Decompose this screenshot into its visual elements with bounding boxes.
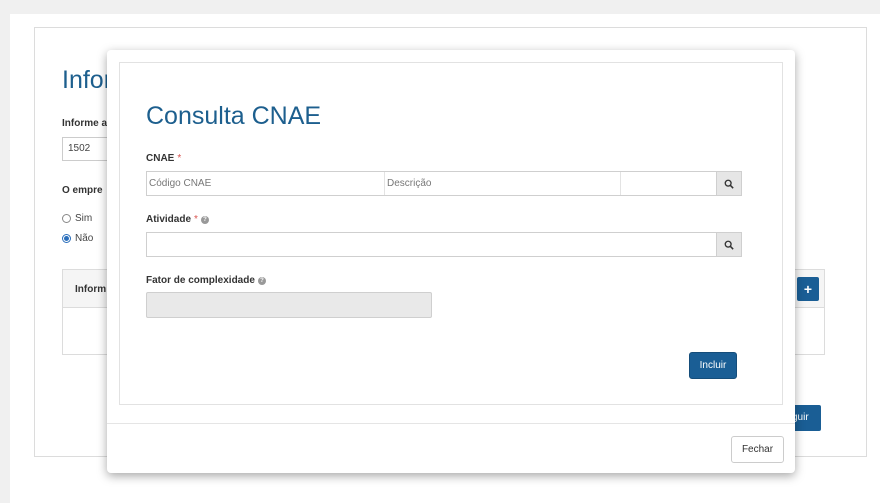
- cnae-search-button[interactable]: [716, 172, 741, 195]
- cnae-field-group: Código CNAE Descrição: [146, 171, 742, 196]
- modal-title: Consulta CNAE: [146, 102, 322, 130]
- atividade-input[interactable]: [147, 233, 712, 256]
- field-divider: [620, 172, 621, 195]
- help-icon[interactable]: ?: [200, 215, 209, 224]
- atividade-field-group: [146, 232, 742, 257]
- radio-nao-label: Não: [75, 233, 94, 244]
- background-question-label: O empre: [62, 185, 103, 196]
- required-mark: *: [177, 153, 182, 164]
- help-icon[interactable]: ?: [257, 276, 266, 285]
- radio-nao[interactable]: Não: [62, 233, 93, 244]
- fator-label-text: Fator de complexidade: [146, 275, 255, 286]
- incluir-button[interactable]: Incluir: [689, 352, 737, 379]
- search-icon: [724, 240, 734, 250]
- cnae-label: CNAE *: [146, 153, 181, 164]
- search-icon: [724, 179, 734, 189]
- background-page-title: Infor: [62, 66, 113, 94]
- fator-complexidade-input: [146, 292, 432, 318]
- radio-sim-label: Sim: [75, 213, 93, 224]
- background-field-label: Informe a: [62, 118, 108, 129]
- radio-unchecked-icon: [62, 214, 71, 223]
- required-mark: *: [194, 214, 198, 225]
- codigo-cnae-input[interactable]: Código CNAE: [147, 172, 384, 195]
- radio-sim[interactable]: Sim: [62, 213, 92, 224]
- add-button[interactable]: +: [797, 277, 819, 301]
- consulta-cnae-modal: Consulta CNAE CNAE * Código CNAE Descriç…: [107, 50, 795, 473]
- cnae-label-text: CNAE: [146, 153, 175, 164]
- fator-complexidade-label: Fator de complexidade ?: [146, 275, 266, 286]
- modal-footer-divider: [107, 423, 795, 424]
- atividade-label: Atividade * ?: [146, 214, 209, 225]
- atividade-search-button[interactable]: [716, 233, 741, 256]
- fechar-button[interactable]: Fechar: [731, 436, 784, 463]
- atividade-label-text: Atividade: [146, 214, 192, 225]
- radio-checked-icon: [62, 234, 71, 243]
- descricao-input[interactable]: Descrição: [385, 172, 620, 195]
